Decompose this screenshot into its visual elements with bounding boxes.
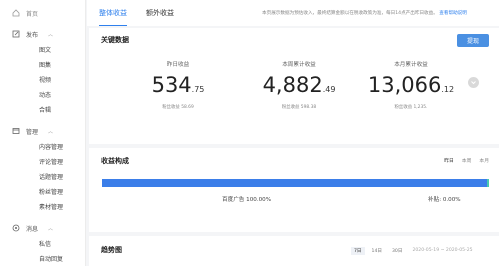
sidebar-item-label: 图集 bbox=[39, 61, 52, 69]
sidebar-section-publish[interactable]: 发布 ︿ bbox=[0, 27, 86, 41]
sidebar-section-messages[interactable]: 消息 ︿ bbox=[0, 221, 86, 235]
tab-extra-income[interactable]: 额外收益 bbox=[146, 7, 174, 19]
panel-title: 关键数据 bbox=[101, 36, 129, 44]
sidebar-section-label: 管理 bbox=[26, 128, 39, 136]
chevron-down-icon bbox=[471, 81, 476, 85]
sidebar-item-content[interactable]: 内容管理 bbox=[0, 139, 86, 153]
stat-value-dec: .75 bbox=[191, 85, 205, 94]
chevron-up-icon: ︿ bbox=[48, 128, 54, 135]
sidebar-section-label: 发布 bbox=[26, 31, 39, 39]
sidebar-item-fans[interactable]: 粉丝管理 bbox=[0, 184, 86, 198]
stat-value: 4,882.49 bbox=[239, 74, 359, 101]
sidebar-item-label: 视频 bbox=[39, 76, 52, 84]
folder-icon bbox=[12, 127, 20, 135]
notice-body: 本页展示数据为预估收入，最终结算金额以在税收政策为准，每日14点产出昨日收益。 bbox=[262, 11, 438, 16]
range-tab-7d[interactable]: 7日 bbox=[351, 247, 365, 255]
date-range-picker[interactable]: 2020-05-19 ~ 2020-05-25 bbox=[409, 247, 475, 255]
period-tab-yesterday[interactable]: 昨日 bbox=[444, 157, 454, 164]
stat-label: 昨日收益 bbox=[166, 62, 190, 68]
sidebar-item-label: 素材管理 bbox=[39, 203, 64, 211]
sidebar-item-video[interactable]: 视频 bbox=[0, 72, 86, 86]
period-tab-month[interactable]: 本月 bbox=[479, 157, 489, 164]
bell-icon bbox=[12, 224, 20, 232]
sidebar-item-label: 私信 bbox=[39, 240, 52, 248]
stat-value-dec: .49 bbox=[322, 85, 336, 94]
key-data-panel: 关键数据 提现 昨日收益 534.75 粉丝收益 58.69 本周累计收益 4,… bbox=[89, 28, 499, 144]
sidebar-item-label: 内容管理 bbox=[39, 143, 64, 151]
sidebar-item-feed[interactable]: 动态 bbox=[0, 87, 86, 101]
sidebar-item-label: 首页 bbox=[26, 10, 39, 18]
range-tab-30d[interactable]: 30日 bbox=[389, 247, 405, 255]
stat-value-dec: .12 bbox=[441, 85, 455, 94]
panel-title: 趋势图 bbox=[101, 246, 122, 254]
sidebar-item-label: 动态 bbox=[39, 91, 52, 99]
sidebar-item-home[interactable]: 首页 bbox=[0, 6, 86, 20]
sidebar-item-album[interactable]: 图集 bbox=[0, 57, 86, 71]
stat-sub: 粉丝收益 1,235. bbox=[394, 105, 428, 110]
sidebar-section-label: 消息 bbox=[26, 225, 39, 233]
legend-subsidy: 补贴: 0.00% bbox=[428, 197, 461, 203]
sidebar-item-assets[interactable]: 素材管理 bbox=[0, 199, 86, 213]
composition-panel: 收益构成 昨日 本周 本月 百度广告 100.00% 补贴: 0.00% bbox=[89, 148, 499, 232]
app: 首页 发布 ︿ 图文 图集 视频 动态 合辑 管理 ︿ 内容管理 评论管理 话题… bbox=[0, 0, 499, 266]
expand-button[interactable] bbox=[468, 77, 479, 88]
sidebar-item-label: 自动回复 bbox=[39, 255, 64, 263]
sidebar-item-label: 评论管理 bbox=[39, 158, 64, 166]
edit-icon bbox=[12, 30, 20, 38]
help-link[interactable]: 查看帮助说明 bbox=[439, 11, 467, 16]
stat-value-int: 13,066 bbox=[367, 73, 442, 97]
sidebar-item-post[interactable]: 图文 bbox=[0, 42, 86, 56]
sidebar-section-manage[interactable]: 管理 ︿ bbox=[0, 124, 86, 138]
sidebar: 首页 发布 ︿ 图文 图集 视频 动态 合辑 管理 ︿ 内容管理 评论管理 话题… bbox=[0, 0, 86, 266]
sidebar-item-autoreply[interactable]: 自动回复 bbox=[0, 251, 86, 265]
stat-label: 本月累计收益 bbox=[394, 62, 428, 68]
stat-week: 本周累计收益 4,882.49 粉丝收益 598.38 bbox=[239, 60, 359, 110]
withdraw-button[interactable]: 提现 bbox=[457, 34, 489, 47]
sidebar-item-collection[interactable]: 合辑 bbox=[0, 102, 86, 116]
stat-value: 534.75 bbox=[118, 74, 238, 101]
sidebar-item-label: 粉丝管理 bbox=[39, 188, 64, 196]
sidebar-item-label: 合辑 bbox=[39, 106, 52, 114]
sidebar-item-comments[interactable]: 评论管理 bbox=[0, 154, 86, 168]
range-tabs: 7日 14日 30日 2020-05-19 ~ 2020-05-25 bbox=[351, 247, 476, 255]
period-tabs: 昨日 本周 本月 bbox=[444, 157, 489, 164]
stat-value-int: 534 bbox=[151, 73, 192, 97]
chevron-up-icon: ︿ bbox=[48, 31, 54, 38]
stat-value-int: 4,882 bbox=[262, 73, 323, 97]
composition-bar bbox=[102, 179, 489, 187]
composition-bar-fill bbox=[102, 179, 489, 187]
sidebar-item-label: 话题管理 bbox=[39, 173, 64, 181]
notice-text: 本页展示数据为预估收入，最终结算金额以在税收政策为准，每日14点产出昨日收益。 … bbox=[262, 10, 467, 16]
chevron-up-icon: ︿ bbox=[48, 225, 54, 232]
period-tab-week[interactable]: 本周 bbox=[462, 157, 472, 164]
sidebar-item-label: 图文 bbox=[39, 46, 52, 54]
top-tabs: 整体收益 额外收益 本页展示数据为预估收入，最终结算金额以在税收政策为准，每日1… bbox=[87, 0, 499, 26]
panel-title: 收益构成 bbox=[101, 157, 129, 165]
sidebar-item-topics[interactable]: 话题管理 bbox=[0, 169, 86, 183]
composition-bar-other bbox=[487, 179, 489, 187]
stat-sub: 粉丝收益 598.38 bbox=[281, 105, 317, 110]
stat-sub: 粉丝收益 58.69 bbox=[162, 105, 194, 110]
sidebar-item-dm[interactable]: 私信 bbox=[0, 236, 86, 250]
stat-value: 13,066.12 bbox=[351, 74, 471, 101]
home-icon bbox=[12, 9, 20, 17]
stat-yesterday: 昨日收益 534.75 粉丝收益 58.69 bbox=[118, 60, 238, 110]
trend-panel: 趋势图 7日 14日 30日 2020-05-19 ~ 2020-05-25 bbox=[89, 236, 499, 266]
stat-month: 本月累计收益 13,066.12 粉丝收益 1,235. bbox=[351, 60, 471, 110]
range-tab-14d[interactable]: 14日 bbox=[369, 247, 385, 255]
tab-overall-income[interactable]: 整体收益 bbox=[99, 7, 127, 26]
stat-label: 本周累计收益 bbox=[282, 62, 316, 68]
legend-ad: 百度广告 100.00% bbox=[222, 197, 272, 203]
